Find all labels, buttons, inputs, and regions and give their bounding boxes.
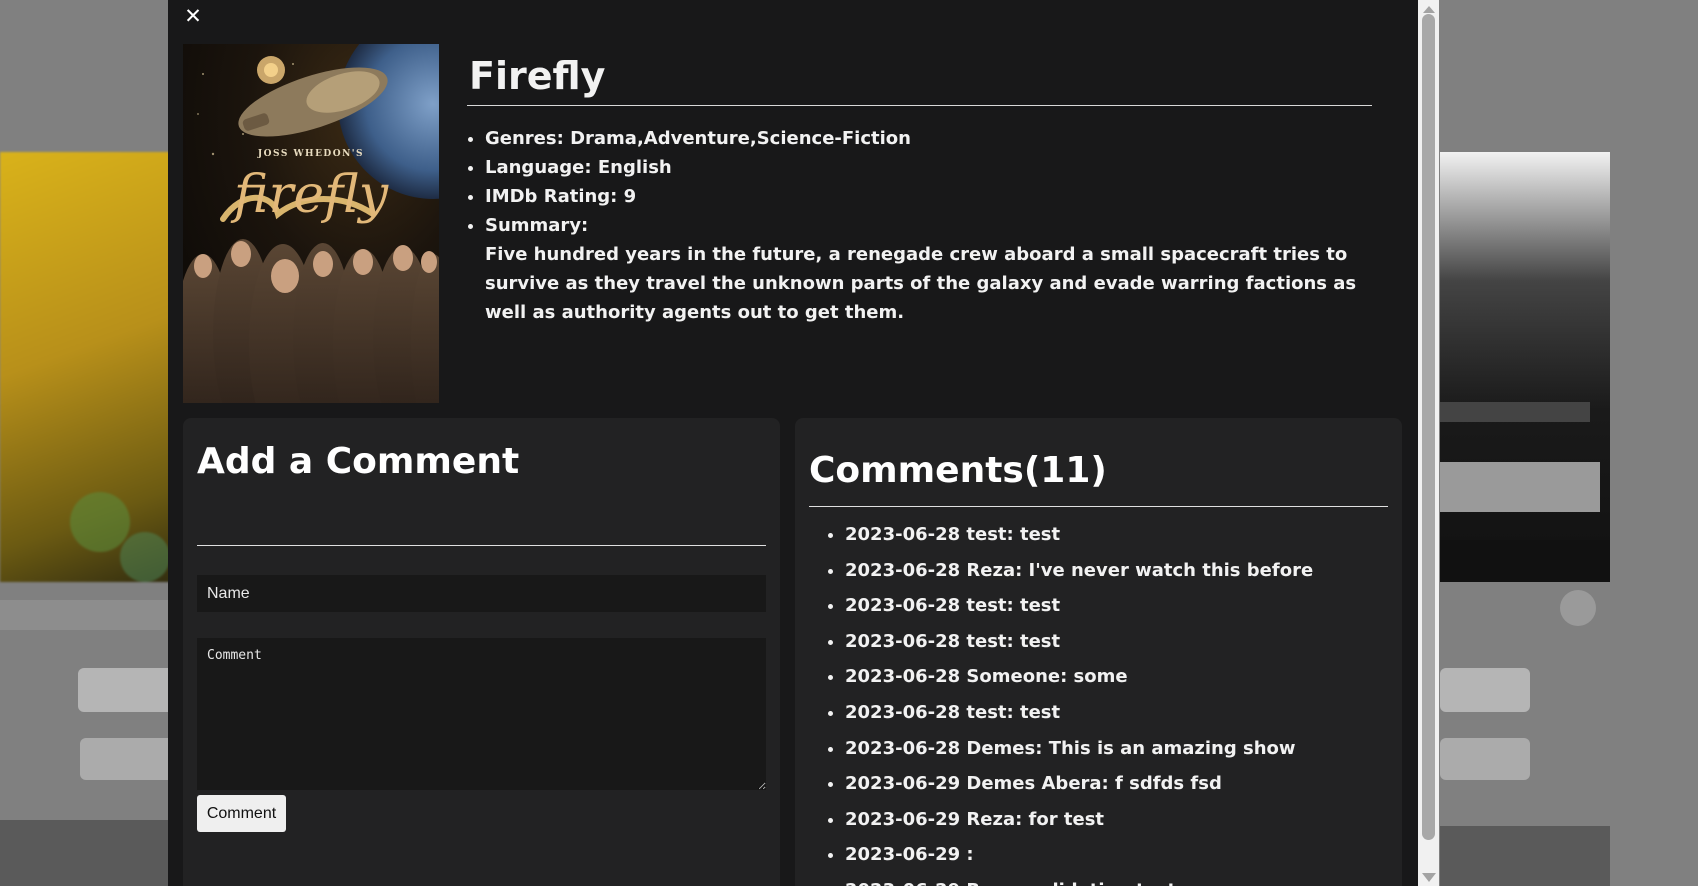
background-caption: [0, 600, 180, 630]
poster-tagline: JOSS WHEDON'S: [257, 149, 364, 159]
comment-submit-button[interactable]: Comment: [197, 795, 286, 832]
comment-item: 2023-06-28 test: test: [845, 588, 1387, 624]
summary-label: Summary:: [485, 215, 589, 236]
show-info: Firefly Genres: Drama,Adventure,Science-…: [467, 46, 1372, 327]
background-like-icon: [1560, 590, 1596, 626]
comment-item: 2023-06-29 Reza: for test: [845, 802, 1387, 838]
detail-genres: Genres: Drama,Adventure,Science-Fiction: [485, 124, 1372, 153]
comment-item: 2023-06-28 test: test: [845, 517, 1387, 553]
comment-item: 2023-06-29 Reza: validation test: [845, 873, 1387, 886]
comment-item: 2023-06-29 :: [845, 837, 1387, 873]
show-title: Firefly: [467, 46, 1372, 106]
background-button: [1440, 668, 1530, 712]
summary-text: Five hundred years in the future, a rene…: [485, 244, 1357, 323]
comment-item: 2023-06-29 Demes Abera: f sdfds fsd: [845, 766, 1387, 802]
comment-item: 2023-06-28 test: test: [845, 695, 1387, 731]
close-icon[interactable]: ✕: [182, 4, 204, 28]
background-button: [1440, 738, 1530, 780]
background-card: [0, 820, 190, 886]
comment-item: 2023-06-28 test: test: [845, 624, 1387, 660]
comment-item: 2023-06-28 Demes: This is an amazing sho…: [845, 731, 1387, 767]
background-show-card: [0, 152, 190, 582]
comments-title: Comments(11): [809, 442, 1388, 507]
poster-image: JOSS WHEDON'S firefly: [183, 44, 439, 403]
detail-language: Language: English: [485, 153, 1372, 182]
comment-textarea[interactable]: [197, 638, 766, 790]
add-comment-panel: Add a Comment Comment: [183, 418, 780, 886]
background-caption: [1440, 540, 1610, 580]
comment-item: 2023-06-28 Reza: I've never watch this b…: [845, 553, 1387, 589]
show-poster: JOSS WHEDON'S firefly: [183, 44, 439, 403]
add-comment-title: Add a Comment: [197, 440, 766, 546]
detail-summary: Summary: Five hundred years in the futur…: [485, 211, 1372, 327]
detail-rating: IMDb Rating: 9: [485, 182, 1372, 211]
comment-item: 2023-06-28 Someone: some: [845, 659, 1387, 695]
comments-list: 2023-06-28 test: test 2023-06-28 Reza: I…: [827, 517, 1387, 886]
scrollbar-thumb[interactable]: [1422, 14, 1435, 840]
show-details-list: Genres: Drama,Adventure,Science-Fiction …: [467, 124, 1372, 327]
poster-logo-text: firefly: [230, 165, 389, 225]
name-input[interactable]: [197, 575, 766, 612]
background-card: [1440, 826, 1610, 886]
chevron-down-icon[interactable]: [1418, 868, 1439, 886]
show-details-modal: ✕ JOSS WHEDON'S firefly Firefly • Genres…: [168, 0, 1418, 886]
modal-scrollbar[interactable]: [1418, 0, 1439, 886]
page: ✕ JOSS WHEDON'S firefly Firefly • Genres…: [0, 0, 1698, 886]
comments-panel: Comments(11) 2023-06-28 test: test 2023-…: [795, 418, 1402, 886]
background-show-card: [1440, 152, 1610, 582]
